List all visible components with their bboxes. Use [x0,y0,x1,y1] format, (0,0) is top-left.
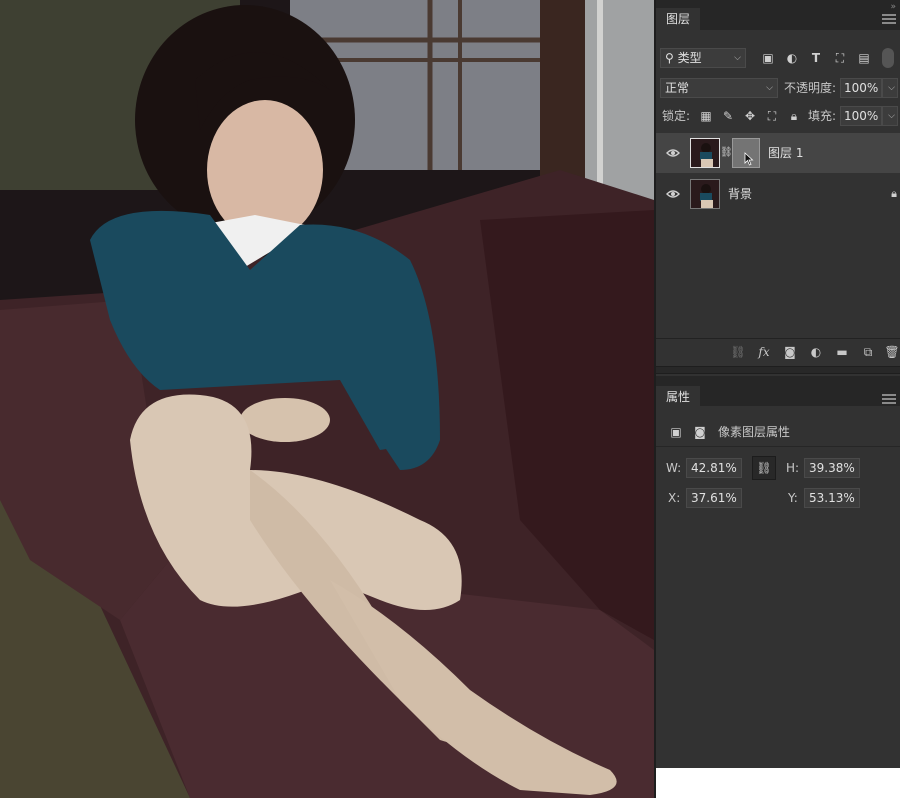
height-input[interactable]: 39.38% [804,458,860,478]
width-label: W: [666,461,682,475]
width-value: 42.81% [691,461,737,475]
chevron-down-icon: ⌵ [766,83,773,93]
y-value: 53.13% [809,491,855,505]
tab-properties[interactable]: 属性 [656,386,701,408]
link-dimensions-icon[interactable]: ⛓ [752,456,776,480]
pixel-layer-icon: ▣ [670,425,682,439]
width-input[interactable]: 42.81% [686,458,742,478]
link-icon[interactable]: ⛓ [730,344,746,360]
folder-icon[interactable]: ▬ [834,344,850,360]
opacity-label: 不透明度: [784,81,837,95]
search-icon: ⚲ [665,51,674,65]
panel-menu-icon[interactable] [882,394,896,404]
layer-row-background[interactable]: 背景 🔒︎ [656,174,900,214]
tab-layers-label: 图层 [666,12,691,26]
layer-mask-thumbnail[interactable] [732,138,760,168]
lock-artboard-icon[interactable]: ⛶ [764,108,780,124]
fx-icon[interactable]: fx [756,344,772,360]
lower-blank-area [656,768,900,798]
layers-bottom-toolbar: ⛓ fx ◙ ◐ ▬ ⧉ 🗑︎ [656,338,900,364]
layer-name[interactable]: 图层 1 [768,144,803,161]
lock-label: 锁定: [662,109,691,123]
chevron-down-icon: ⌵ [734,53,741,63]
panel-separator [656,366,900,374]
trash-icon[interactable]: 🗑︎ [884,344,900,360]
y-label: Y: [788,491,798,505]
lock-transparent-pixels-icon[interactable]: ▦ [698,108,714,124]
new-layer-icon[interactable]: ⧉ [860,344,876,360]
chevron-down-icon: ⌵ [888,83,895,93]
filter-adjustment-icon[interactable]: ◐ [784,50,800,66]
cursor-arrow-icon [744,152,754,166]
fill-input[interactable]: 100% [840,106,882,126]
panel-menu-icon[interactable] [882,14,896,24]
tab-layers[interactable]: 图层 [656,8,701,30]
mask-link-chain-icon[interactable]: ⛓ [720,145,733,161]
filter-kind-label: 类型 [677,51,702,65]
x-label: X: [668,491,681,505]
collapse-icon[interactable]: » [890,2,896,12]
mask-icon[interactable]: ◙ [782,344,798,360]
photo-illustration [0,0,654,798]
chevron-down-icon: ⌵ [888,111,895,121]
opacity-value: 100% [844,81,879,95]
tab-properties-label: 属性 [666,390,691,404]
x-input[interactable]: 37.61% [686,488,742,508]
lock-icon: 🔒︎ [891,187,897,200]
filter-toggle-switch[interactable] [882,48,894,68]
layer-filter-select[interactable]: ⚲ 类型 ⌵ [660,48,746,68]
layer-thumbnail-image [691,139,719,167]
layer-name[interactable]: 背景 [728,185,752,202]
y-input[interactable]: 53.13% [804,488,860,508]
layer-thumbnail-image [691,180,719,208]
fill-value: 100% [844,109,879,123]
opacity-input[interactable]: 100% [840,78,882,98]
height-value: 39.38% [809,461,855,475]
height-label: H: [786,461,800,475]
filter-pixel-icon[interactable]: ▣ [760,50,776,66]
mask-icon[interactable]: ◙ [692,424,708,440]
filter-type-icon[interactable]: T [808,50,824,66]
document-canvas[interactable] [0,0,654,798]
properties-divider [656,446,900,447]
filter-smart-object-icon[interactable]: ▤ [856,50,872,66]
visibility-eye-icon[interactable] [666,146,680,160]
right-panel-dock: » 图层 ⚲ 类型 ⌵ ▣ ◐ T ⛶ ▤ 正常 ⌵ 不透明度: 100% ⌵ … [654,0,900,798]
x-value: 37.61% [691,491,737,505]
blend-mode-select[interactable]: 正常 ⌵ [660,78,778,98]
fill-label: 填充: [808,109,837,123]
visibility-eye-icon[interactable] [666,187,680,201]
fill-dropdown[interactable]: ⌵ [882,106,898,126]
lock-all-icon[interactable]: 🔒︎ [786,108,802,124]
blend-mode-label: 正常 [665,81,690,95]
adjustment-icon[interactable]: ◐ [808,344,824,360]
layer-thumbnail [690,138,720,168]
properties-heading: 像素图层属性 [718,425,791,439]
lock-position-icon[interactable]: ✥ [742,108,758,124]
lock-image-pixels-icon[interactable]: ✎ [720,108,736,124]
filter-shape-icon[interactable]: ⛶ [832,50,848,66]
properties-tabbar: 属性 [656,376,900,408]
opacity-dropdown[interactable]: ⌵ [882,78,898,98]
layer-thumbnail [690,179,720,209]
layer-row-layer-1[interactable]: ⛓ 图层 1 [656,133,900,173]
layers-tabbar: » 图层 [656,0,900,30]
